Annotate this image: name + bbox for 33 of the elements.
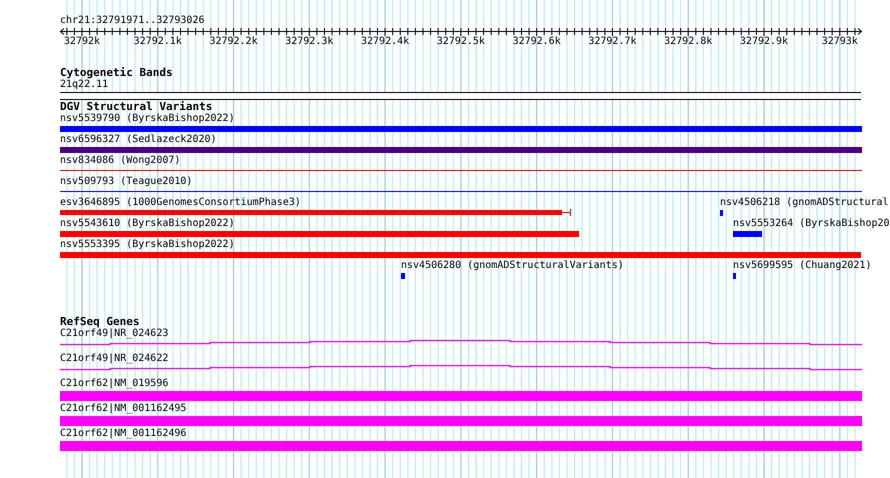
tick-label: 32792.9k — [740, 36, 788, 47]
gene-label: C21orf62|NM_001162495 — [60, 403, 186, 415]
tick-label: 32792.8k — [664, 36, 712, 47]
feature-label: nsv834086 (Wong2007) — [60, 155, 180, 167]
gene-label: C21orf49|NR_024623 — [60, 328, 168, 340]
tick-label: 32792.2k — [209, 36, 258, 47]
tick-label: 32792.4k — [361, 36, 410, 47]
feature-label: nsv5553395 (ByrskaBishop2022) — [60, 239, 235, 251]
tick-label: 32792k — [64, 36, 100, 47]
feature-label: nsv5699595 (Chuang2021) — [733, 260, 872, 272]
feature-label: nsv5539790 (ByrskaBishop2022) — [60, 113, 235, 125]
tick-label: 32792.7k — [588, 36, 637, 47]
location-label: chr21:32791971..32793026 — [60, 15, 204, 27]
tick-label: 32792.5k — [436, 36, 485, 47]
feature-label: nsv6596327 (Sedlazeck2020) — [60, 134, 217, 146]
tick-label: 32793k — [822, 36, 858, 47]
track-title: DGV Structural Variants — [60, 101, 212, 113]
feature-label: nsv5543610 (ByrskaBishop2022) — [60, 218, 235, 230]
band-label: 21q22.11 — [60, 79, 108, 91]
track-title: Cytogenetic Bands — [60, 67, 173, 79]
feature-label: esv3646895 (1000GenomesConsortiumPhase3) — [60, 197, 301, 209]
feature-label: nsv4506280 (gnomADStructuralVariants) — [401, 260, 624, 272]
tick-label: 32792.1k — [134, 36, 182, 47]
gene-label: C21orf62|NM_001162496 — [60, 428, 186, 440]
feature-label: nsv4506218 (gnomADStructural — [720, 197, 889, 209]
tick-label: 32792.3k — [285, 36, 334, 47]
whisker-drawing — [562, 209, 571, 216]
feature-label: nsv509793 (Teague2010) — [60, 176, 192, 188]
feature-label: nsv5553264 (ByrskaBishop20 — [733, 218, 890, 230]
gene-label: C21orf62|NM_019596 — [60, 378, 168, 390]
track-title: RefSeq Genes — [60, 316, 140, 328]
tick-label: 32792.6k — [512, 36, 561, 47]
gene-label: C21orf49|NR_024622 — [60, 353, 168, 365]
